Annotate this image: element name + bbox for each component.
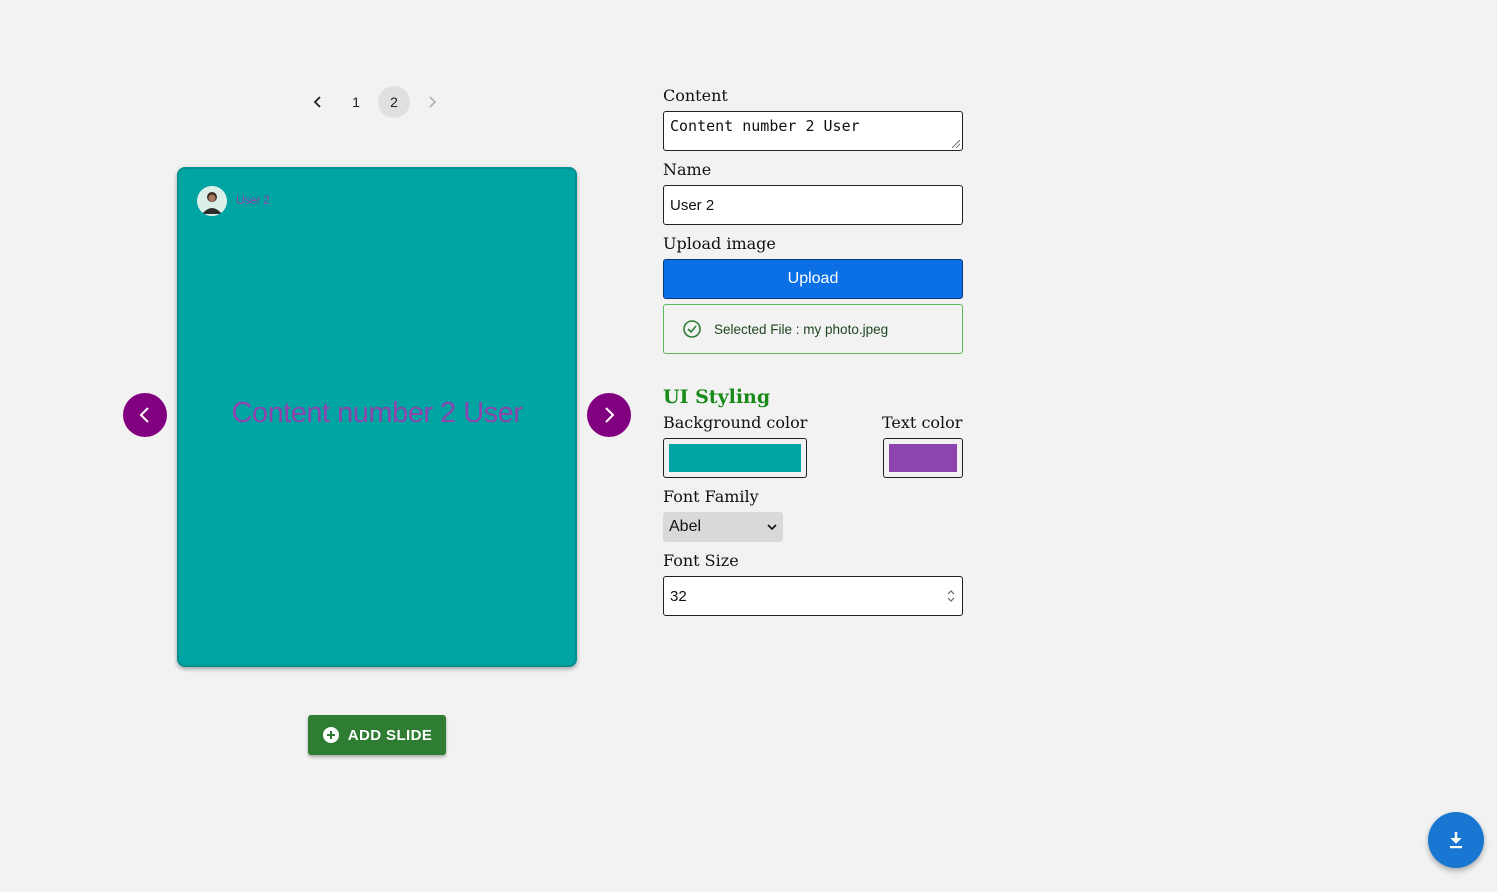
pagination-prev-button[interactable] bbox=[302, 86, 334, 118]
chevron-left-icon bbox=[313, 96, 321, 108]
spin-up-icon bbox=[947, 590, 955, 595]
resize-handle[interactable] bbox=[952, 140, 960, 148]
check-circle-icon bbox=[683, 320, 701, 338]
pagination-next-button[interactable] bbox=[416, 86, 448, 118]
font-family-select[interactable]: Abel bbox=[663, 512, 783, 542]
pagination: 1 2 bbox=[302, 86, 448, 118]
font-family-label: Font Family bbox=[663, 487, 759, 506]
previous-slide-button[interactable] bbox=[123, 393, 167, 437]
selected-file-alert: Selected File : my photo.jpeg bbox=[663, 304, 963, 354]
background-color-picker[interactable] bbox=[663, 438, 807, 478]
download-icon bbox=[1450, 832, 1462, 849]
content-label: Content bbox=[663, 86, 728, 105]
background-color-label: Background color bbox=[663, 413, 808, 432]
name-label: Name bbox=[663, 160, 712, 179]
font-size-value: 32 bbox=[670, 587, 687, 605]
slide-editor-page: 1 2 User 2 Content number 2 User ADD SLI… bbox=[0, 0, 1497, 892]
name-input[interactable]: User 2 bbox=[663, 185, 963, 225]
pagination-page-1[interactable]: 1 bbox=[340, 86, 372, 118]
text-color-swatch bbox=[889, 444, 957, 472]
font-family-value: Abel bbox=[669, 518, 702, 535]
slide-user-name: User 2 bbox=[236, 193, 270, 207]
selected-file-text: Selected File : my photo.jpeg bbox=[714, 321, 889, 337]
chevron-right-icon bbox=[605, 407, 615, 423]
add-circle-icon bbox=[322, 727, 339, 743]
user-avatar bbox=[197, 186, 227, 216]
slide-content-text: Content number 2 User bbox=[231, 397, 523, 429]
upload-image-label: Upload image bbox=[663, 234, 776, 253]
download-button[interactable] bbox=[1428, 812, 1484, 868]
spin-down-icon bbox=[947, 597, 955, 602]
pagination-page-2[interactable]: 2 bbox=[378, 86, 410, 118]
content-textarea[interactable]: Content number 2 User bbox=[663, 111, 963, 151]
font-size-label: Font Size bbox=[663, 551, 739, 570]
add-slide-label: ADD SLIDE bbox=[347, 726, 433, 744]
chevron-left-icon bbox=[139, 407, 149, 423]
font-size-input[interactable]: 32 bbox=[663, 576, 963, 616]
chevron-down-icon bbox=[767, 524, 777, 531]
slide-preview: User 2 Content number 2 User bbox=[177, 167, 577, 667]
background-color-swatch bbox=[669, 444, 801, 472]
text-color-picker[interactable] bbox=[883, 438, 963, 478]
upload-button[interactable]: Upload bbox=[663, 259, 963, 299]
content-textarea-value: Content number 2 User bbox=[670, 117, 860, 135]
text-color-label: Text color bbox=[882, 413, 963, 432]
next-slide-button[interactable] bbox=[587, 393, 631, 437]
add-slide-button[interactable]: ADD SLIDE bbox=[308, 715, 446, 755]
name-input-value: User 2 bbox=[670, 196, 715, 214]
ui-styling-heading: UI Styling bbox=[663, 386, 771, 408]
chevron-right-icon bbox=[429, 96, 437, 108]
font-size-stepper[interactable] bbox=[946, 589, 956, 603]
